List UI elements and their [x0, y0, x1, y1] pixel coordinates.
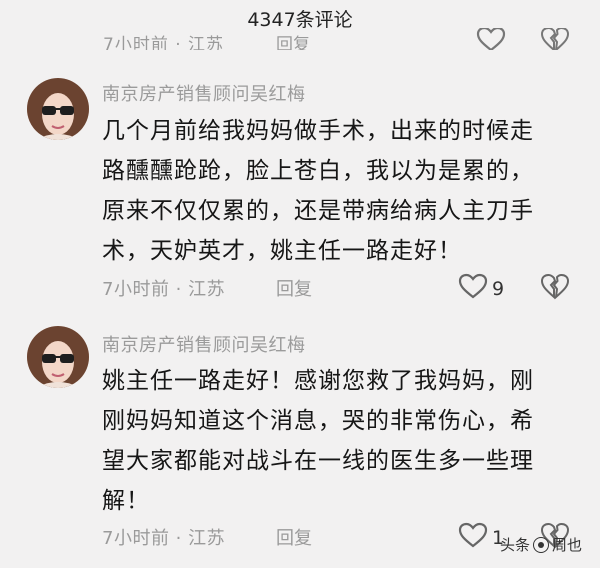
reply-button[interactable]: 回复 — [276, 275, 312, 301]
broken-heart-icon[interactable] — [540, 272, 570, 305]
comment-meta: 7小时前 · 江苏 回复 9 — [0, 272, 600, 302]
time-location: 7小时前 · 江苏 — [102, 528, 226, 549]
username[interactable]: 南京房产销售顾问吴红梅 — [102, 331, 306, 357]
like-button[interactable]: 9 — [458, 272, 504, 305]
comment-line: 望大家都能对战斗在一线的医生多一些理 — [102, 448, 534, 474]
comment-line: 姚主任一路走好！感谢您救了我妈妈，刚 — [102, 368, 534, 394]
previous-comment-meta: 7小时前 · 江苏 回复 — [0, 28, 600, 50]
comment-line: 原来不仅仅累的，还是带病给病人主刀手 — [102, 198, 534, 224]
username[interactable]: 南京房产销售顾问吴红梅 — [102, 80, 306, 106]
reply-button[interactable]: 回复 — [276, 30, 310, 50]
broken-heart-icon[interactable] — [540, 28, 570, 50]
comment-line: 路醺醺跄跄，脸上苍白，我以为是累的， — [102, 158, 534, 184]
like-count: 9 — [492, 277, 505, 300]
watermark: 头条 周也 — [500, 534, 582, 555]
watermark-name: 周也 — [552, 536, 583, 554]
avatar[interactable] — [27, 78, 89, 140]
watermark-prefix: 头条 — [500, 536, 531, 554]
comment-text: 几个月前给我妈妈做手术，出来的时候走 路醺醺跄跄，脸上苍白，我以为是累的， 原来… — [102, 111, 582, 271]
heart-outline-icon — [458, 272, 488, 305]
comment-line: 几个月前给我妈妈做手术，出来的时候走 — [102, 118, 534, 144]
like-button[interactable]: 1 — [458, 521, 504, 554]
comment-text: 姚主任一路走好！感谢您救了我妈妈，刚 刚妈妈知道这个消息，哭的非常伤心，希 望大… — [102, 361, 582, 521]
comment-line: 刚妈妈知道这个消息，哭的非常伤心，希 — [102, 408, 534, 434]
heart-outline-icon[interactable] — [476, 28, 506, 50]
reply-button[interactable]: 回复 — [276, 524, 312, 550]
time-location: 7小时前 · 江苏 — [102, 279, 226, 300]
heart-outline-icon — [458, 521, 488, 554]
comment-line: 术，天妒英才，姚主任一路走好！ — [102, 238, 462, 264]
time-location: 7小时前 · 江苏 — [103, 35, 225, 50]
comment-line: 解！ — [102, 488, 150, 514]
avatar[interactable] — [27, 326, 89, 388]
watermark-logo-icon — [533, 536, 550, 553]
